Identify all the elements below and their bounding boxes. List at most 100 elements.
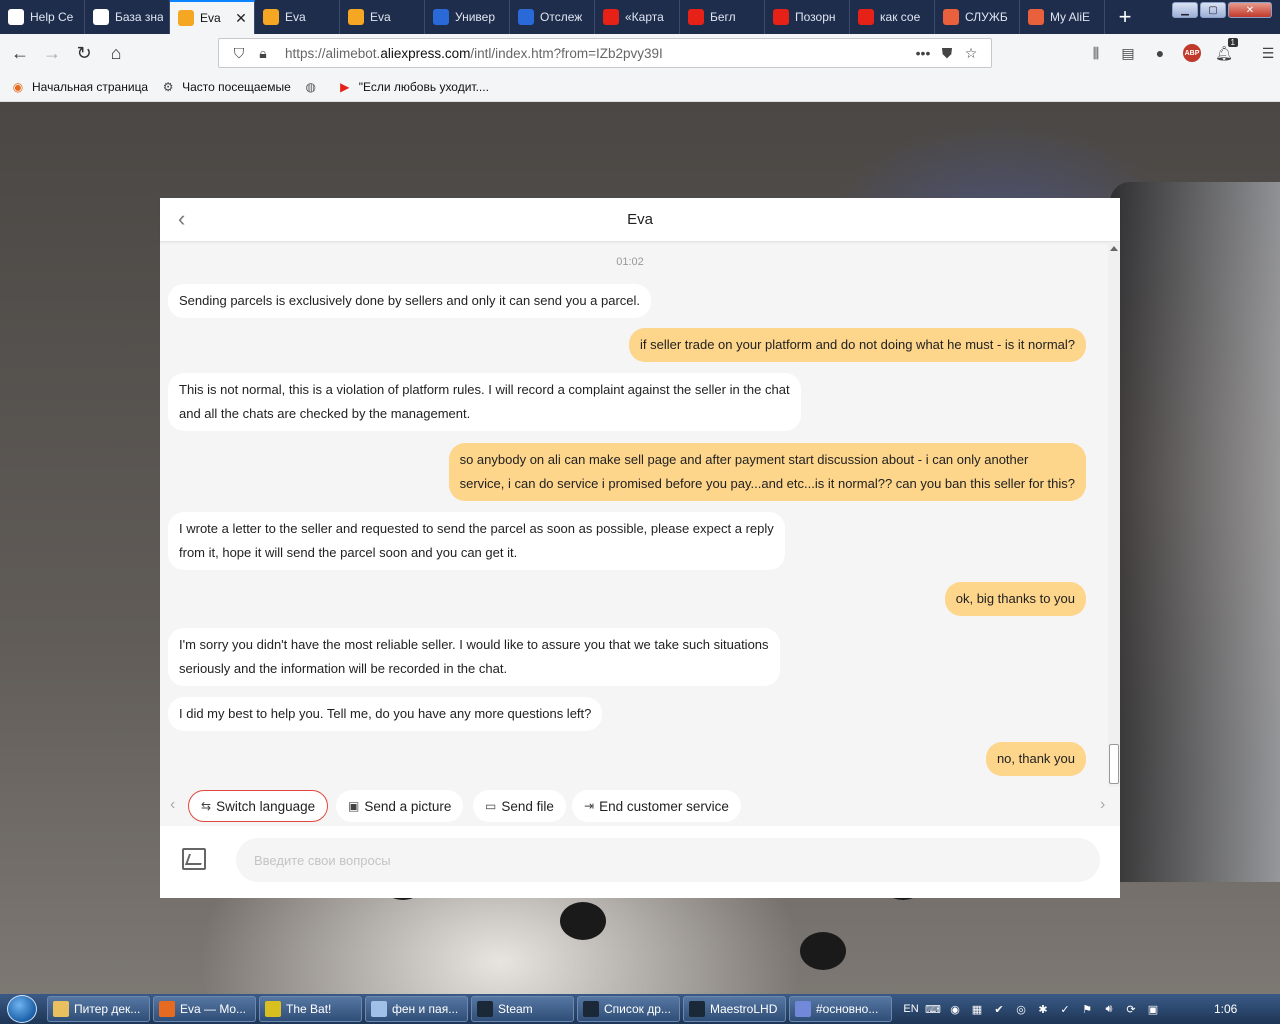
message-line: service, i can do service i promised bef…: [459, 476, 1075, 491]
close-tab-icon[interactable]: ✕: [234, 10, 248, 27]
new-tab-button[interactable]: +: [1105, 0, 1145, 34]
home-icon[interactable]: ⌂: [100, 37, 132, 69]
youtube-icon: [688, 9, 704, 25]
tab-2[interactable]: Eva ✕: [170, 0, 255, 34]
taskbar-item[interactable]: Питер дек...: [47, 996, 150, 1022]
message-line: if seller trade on your platform and do …: [640, 337, 1075, 352]
account-icon[interactable]: ●: [1144, 38, 1176, 68]
tab-label: Отслеж: [540, 10, 583, 24]
sync-tray-icon[interactable]: ⟳: [1120, 994, 1142, 1024]
library-icon[interactable]: ⫼: [1080, 38, 1112, 68]
end-service-button[interactable]: ⇥ End customer service: [572, 790, 741, 822]
maximize-icon[interactable]: ▢: [1200, 2, 1226, 18]
lock-icon[interactable]: 🔒︎: [251, 45, 275, 62]
tab-9[interactable]: Позорн: [765, 0, 850, 34]
tab-11[interactable]: СЛУЖБ: [935, 0, 1020, 34]
tab-1[interactable]: База зна: [85, 0, 170, 34]
discord-tray-icon[interactable]: ◉: [944, 994, 966, 1024]
menu-icon[interactable]: ☰: [1252, 38, 1280, 68]
folder-icon: [53, 1001, 69, 1017]
send-picture-button[interactable]: ▣ Send a picture: [336, 790, 464, 822]
minimize-icon[interactable]: ▁: [1172, 2, 1198, 18]
background-laptop: [1110, 182, 1280, 882]
user-message: no, thank you: [985, 742, 1086, 776]
switch-language-label: Switch language: [216, 798, 316, 814]
tab-4[interactable]: Eva: [340, 0, 425, 34]
scrollbar-thumb[interactable]: [1109, 744, 1119, 784]
bookmark-label: Часто посещаемые: [182, 79, 291, 94]
url-text[interactable]: https://alimebot.aliexpress.com/intl/ind…: [285, 46, 911, 61]
close-window-icon[interactable]: ✕: [1228, 2, 1272, 18]
tab-5[interactable]: Универ: [425, 0, 510, 34]
bot-message: Sending parcels is exclusively done by s…: [168, 284, 652, 318]
volume-icon[interactable]: 🔊︎: [1098, 994, 1120, 1024]
bot-message: I wrote a letter to the seller and reque…: [168, 512, 785, 570]
bookmark-star-icon[interactable]: ☆: [959, 45, 983, 62]
message-scrollbar[interactable]: [1108, 242, 1120, 787]
bookmark-item[interactable]: ◍: [303, 79, 325, 95]
extension-icon[interactable]: 🔔︎ 1: [1208, 38, 1240, 68]
back-chevron-icon[interactable]: ‹: [178, 208, 185, 230]
security-tray-icon[interactable]: ✱: [1032, 994, 1054, 1024]
message-line: Sending parcels is exclusively done by s…: [179, 293, 641, 308]
scroll-left-icon[interactable]: ‹: [170, 796, 175, 814]
url-bar[interactable]: ⛉ 🔒︎ https://alimebot.aliexpress.com/int…: [218, 38, 992, 68]
language-indicator[interactable]: EN: [900, 994, 922, 1024]
taskbar-item[interactable]: фен и пая...: [365, 996, 468, 1022]
tab-12[interactable]: My AliE: [1020, 0, 1105, 34]
scroll-right-icon[interactable]: ›: [1100, 796, 1105, 814]
taskbar-item[interactable]: The Bat!: [259, 996, 362, 1022]
message-input[interactable]: [236, 838, 1100, 882]
taskbar-item[interactable]: MaestroLHD: [683, 996, 786, 1022]
app-tray-icon[interactable]: ▦: [966, 994, 988, 1024]
image-upload-icon[interactable]: [182, 848, 206, 870]
steam-icon: [689, 1001, 705, 1017]
sidebar-icon[interactable]: ▤: [1112, 38, 1144, 68]
tab-label: Универ: [455, 10, 496, 24]
tab-8[interactable]: Бегл: [680, 0, 765, 34]
aliexpress-a-icon: [943, 9, 959, 25]
flag-icon[interactable]: ⚑: [1076, 994, 1098, 1024]
check-tray-icon[interactable]: ✓: [1054, 994, 1076, 1024]
send-picture-label: Send a picture: [364, 798, 452, 814]
thebat-icon: [265, 1001, 281, 1017]
end-service-label: End customer service: [599, 798, 729, 814]
taskbar-item[interactable]: #основно...: [789, 996, 892, 1022]
bookmark-item[interactable]: ▶ "Если любовь уходит....: [337, 79, 489, 95]
bookmark-item[interactable]: ⚙ Часто посещаемые: [160, 79, 291, 95]
steam-tray-icon[interactable]: ◎: [1010, 994, 1032, 1024]
send-file-button[interactable]: ▭ Send file: [473, 790, 566, 822]
tab-10[interactable]: как сое: [850, 0, 935, 34]
bookmark-item[interactable]: ◉ Начальная страница: [10, 79, 148, 95]
chat-title: Eva: [627, 211, 653, 228]
tab-0[interactable]: Help Ce: [0, 0, 85, 34]
shield-icon[interactable]: ⛉: [227, 45, 251, 62]
back-icon[interactable]: ←: [4, 37, 36, 69]
chat-header: ‹ Eva: [160, 198, 1120, 242]
network-icon[interactable]: ▣: [1142, 994, 1164, 1024]
pocket-icon[interactable]: ⛊: [935, 45, 959, 62]
taskbar-item-label: Steam: [498, 1002, 533, 1016]
scroll-up-icon[interactable]: [1110, 246, 1118, 251]
forward-icon[interactable]: →: [36, 37, 68, 69]
page-actions-icon[interactable]: •••: [911, 45, 935, 61]
tab-6[interactable]: Отслеж: [510, 0, 595, 34]
aliexpress-diamond-icon: [93, 9, 109, 25]
update-tray-icon[interactable]: ✔: [988, 994, 1010, 1024]
message-composer: [160, 826, 1120, 898]
bot-message: I'm sorry you didn't have the most relia…: [168, 628, 780, 686]
taskbar-item[interactable]: Eva — Mo...: [153, 996, 256, 1022]
clock[interactable]: 1:06: [1214, 1002, 1237, 1016]
window-controls: ▁ ▢ ✕: [1172, 2, 1272, 18]
taskbar-item[interactable]: Список др...: [577, 996, 680, 1022]
tab-7[interactable]: «Карта: [595, 0, 680, 34]
reload-icon[interactable]: ↻: [68, 37, 100, 69]
start-button[interactable]: [0, 994, 44, 1024]
keyboard-icon[interactable]: ⌨: [922, 994, 944, 1024]
adblock-icon[interactable]: ABP: [1183, 44, 1201, 62]
bookmark-label: Начальная страница: [32, 79, 149, 94]
switch-language-button[interactable]: ⇆ Switch language: [188, 790, 329, 822]
message-list[interactable]: 01:02 Sending parcels is exclusively don…: [160, 242, 1108, 787]
taskbar-item[interactable]: Steam: [471, 996, 574, 1022]
tab-3[interactable]: Eva: [255, 0, 340, 34]
